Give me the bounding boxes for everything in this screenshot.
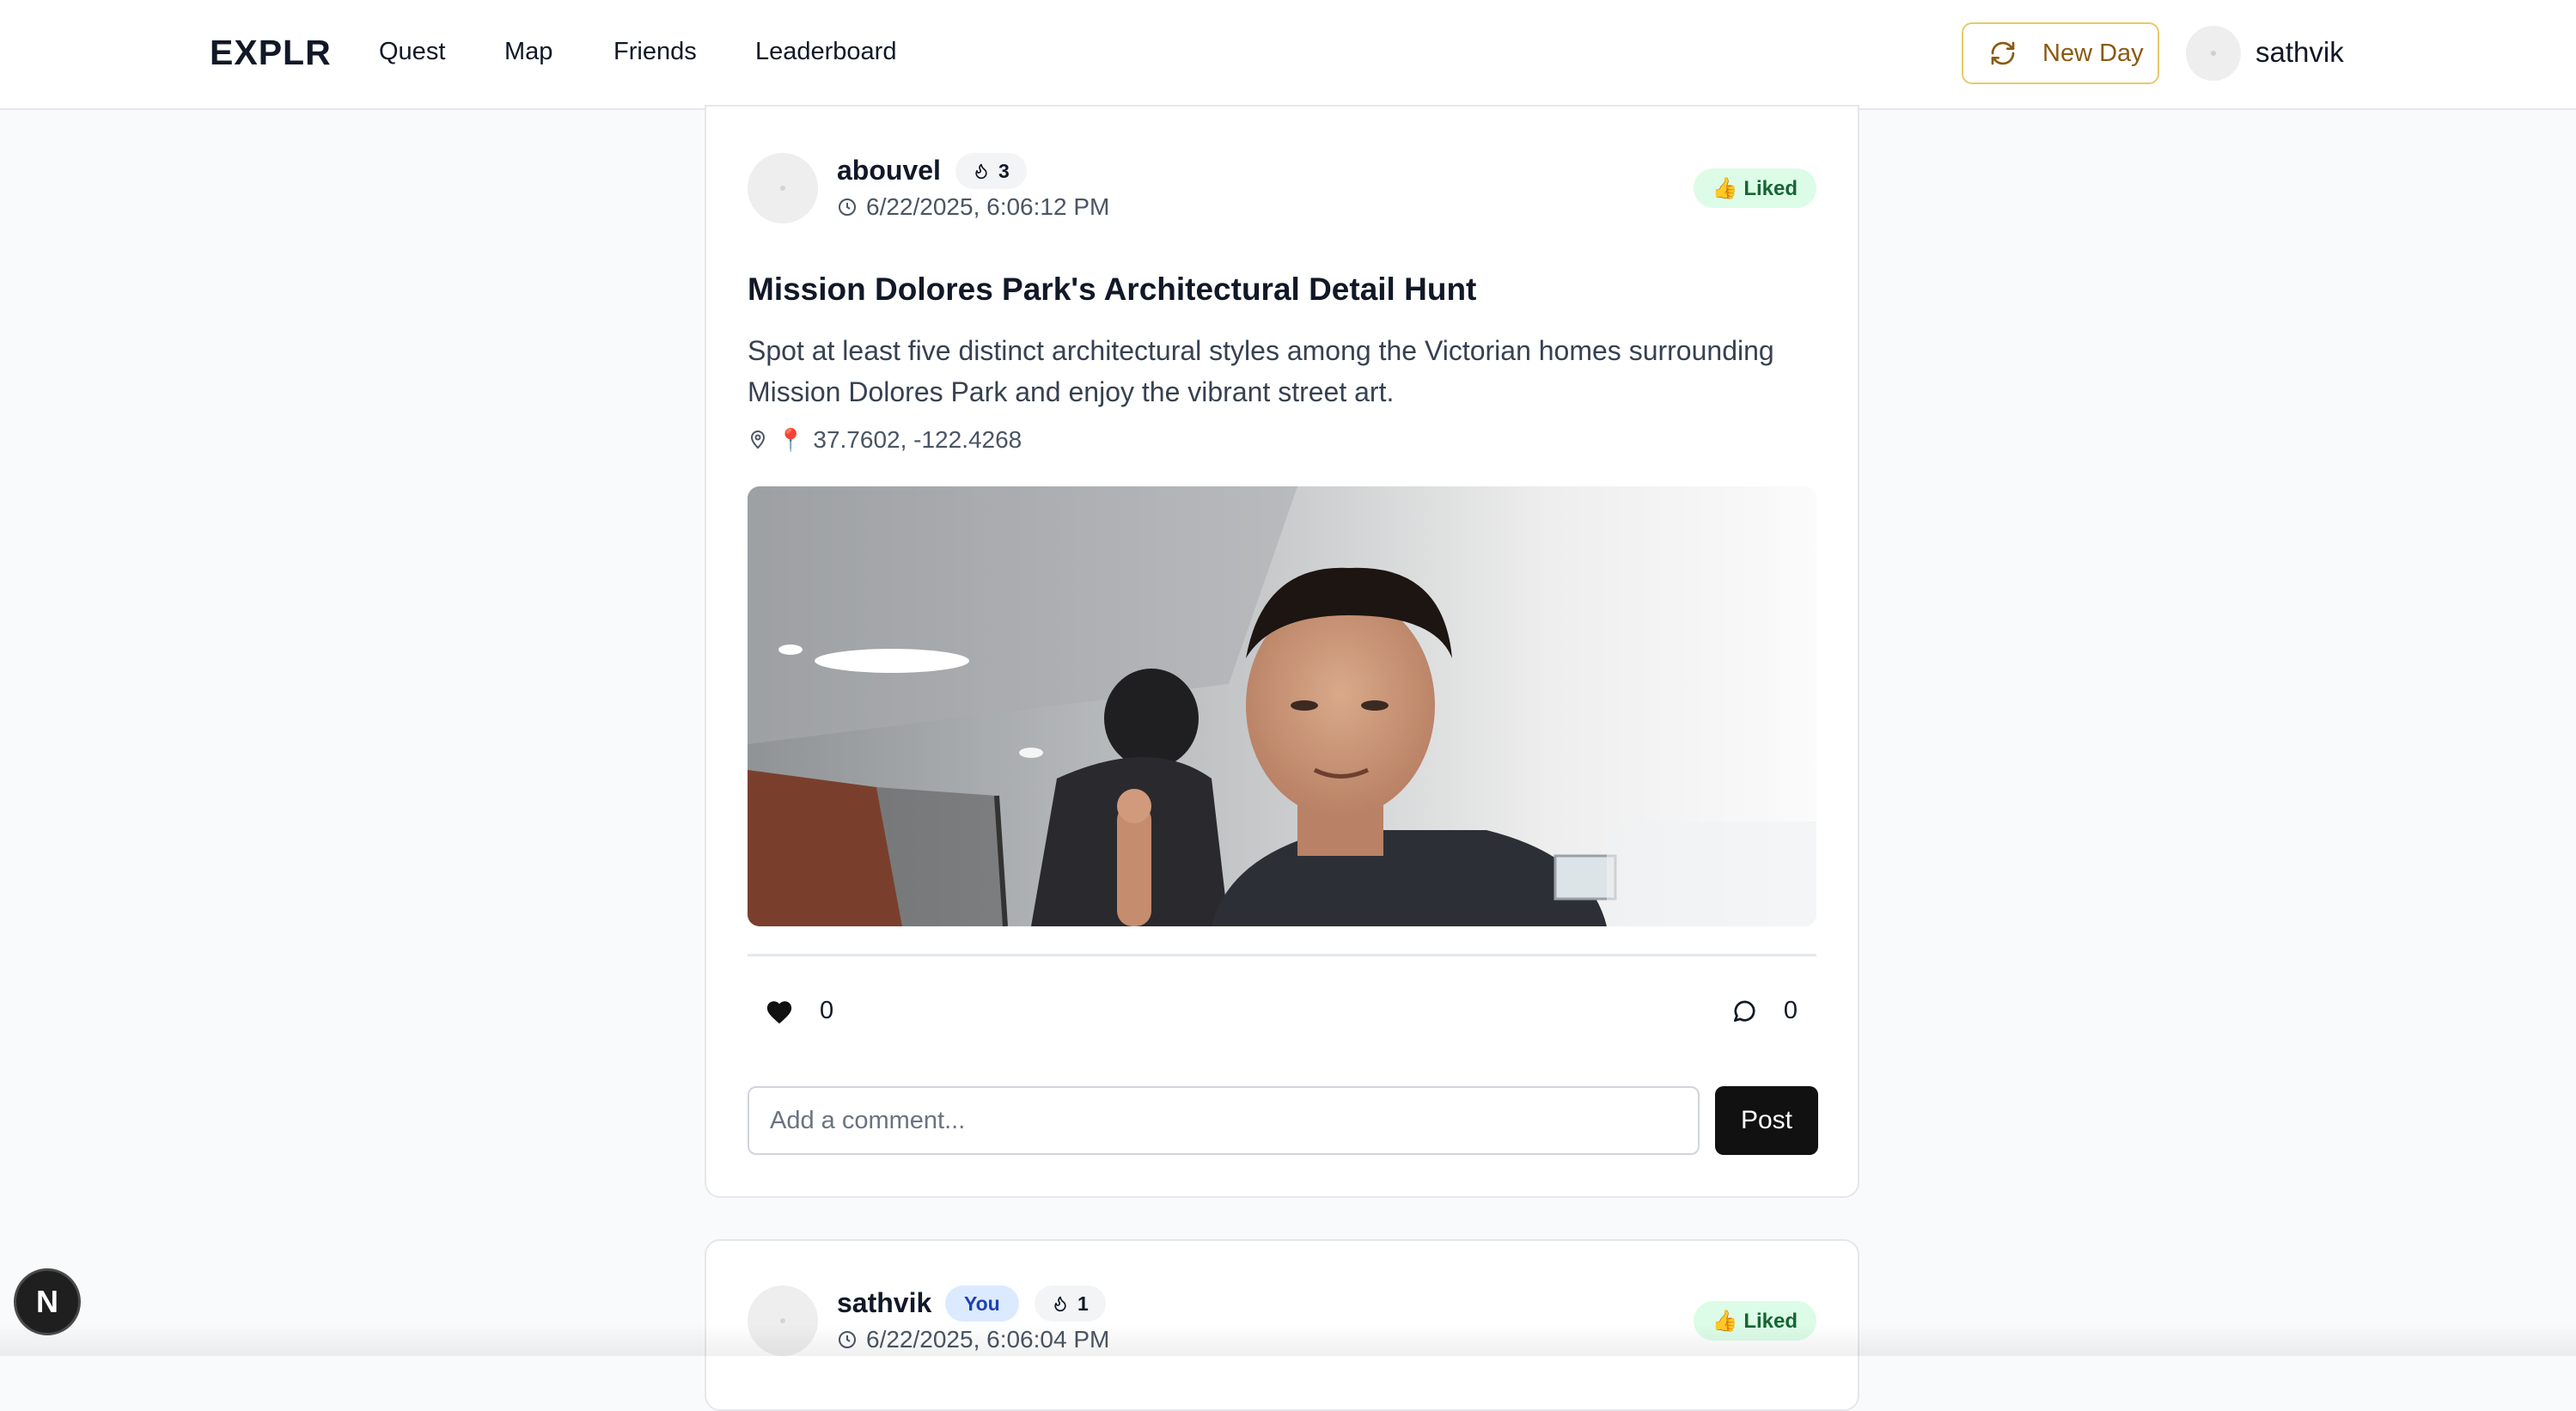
author-avatar[interactable] xyxy=(748,1286,818,1356)
like-button[interactable]: 0 xyxy=(765,997,833,1025)
nav-link-quest[interactable]: Quest xyxy=(379,38,445,66)
map-pin-icon xyxy=(750,431,766,449)
post-card: abouvel 3 6/22/2025, 6:06:12 PM 👍 Liked … xyxy=(705,105,1859,1198)
nextjs-dev-indicator[interactable]: N xyxy=(14,1268,81,1335)
post-card: sathvik You 1 6/22/2025, 6:06:04 PM 👍 Li… xyxy=(705,1239,1859,1411)
brand-logo[interactable]: EXPLR xyxy=(210,33,332,73)
user-name[interactable]: sathvik xyxy=(2256,36,2344,69)
post-timestamp: 6/22/2025, 6:06:12 PM xyxy=(837,193,1109,221)
quest-photo[interactable] xyxy=(748,486,1816,926)
top-nav: EXPLR Quest Map Friends Leaderboard New … xyxy=(0,0,2576,110)
nav-link-map[interactable]: Map xyxy=(504,38,552,66)
like-count: 0 xyxy=(820,997,834,1024)
streak-count: 3 xyxy=(998,159,1010,182)
post-comment-button[interactable]: Post xyxy=(1715,1086,1818,1155)
liked-badge: 👍 Liked xyxy=(1693,1301,1816,1341)
comment-count: 0 xyxy=(1783,997,1798,1024)
flame-icon xyxy=(1054,1296,1066,1312)
new-day-label: New Day xyxy=(2042,39,2144,67)
timestamp-text: 6/22/2025, 6:06:04 PM xyxy=(866,1326,1110,1353)
nav-link-leaderboard[interactable]: Leaderboard xyxy=(755,38,896,66)
author-username[interactable]: sathvik xyxy=(837,1287,931,1319)
quest-description: Spot at least five distinct architectura… xyxy=(748,335,1774,407)
streak-badge: 1 xyxy=(1035,1286,1106,1322)
card-divider xyxy=(748,954,1816,956)
quest-title: Mission Dolores Park's Architectural Det… xyxy=(748,272,1477,307)
you-badge: You xyxy=(945,1286,1019,1322)
clock-icon xyxy=(839,1331,856,1348)
refresh-icon xyxy=(1991,41,2015,65)
streak-badge: 3 xyxy=(955,153,1027,189)
streak-count: 1 xyxy=(1077,1292,1089,1315)
quest-photo-image xyxy=(748,486,1816,926)
quest-location: 📍 37.7602, -122.4268 xyxy=(748,426,1022,454)
user-avatar[interactable] xyxy=(2186,26,2241,81)
post-timestamp: 6/22/2025, 6:06:04 PM xyxy=(837,1326,1109,1353)
nav-link-friends[interactable]: Friends xyxy=(613,38,697,66)
comment-input[interactable] xyxy=(748,1086,1700,1155)
comment-icon xyxy=(1733,1000,1755,1022)
liked-badge: 👍 Liked xyxy=(1693,168,1816,208)
new-day-button[interactable]: New Day xyxy=(1962,22,2159,84)
clock-icon xyxy=(839,199,856,216)
timestamp-text: 6/22/2025, 6:06:12 PM xyxy=(866,193,1110,220)
flame-icon xyxy=(975,163,987,180)
coordinates-text: 37.7602, -122.4268 xyxy=(813,426,1022,453)
comment-button[interactable]: 0 xyxy=(1731,997,1798,1025)
author-username[interactable]: abouvel xyxy=(837,155,941,186)
location-pin-emoji: 📍 xyxy=(777,426,805,453)
heart-icon xyxy=(766,1000,792,1023)
author-avatar[interactable] xyxy=(748,153,818,223)
